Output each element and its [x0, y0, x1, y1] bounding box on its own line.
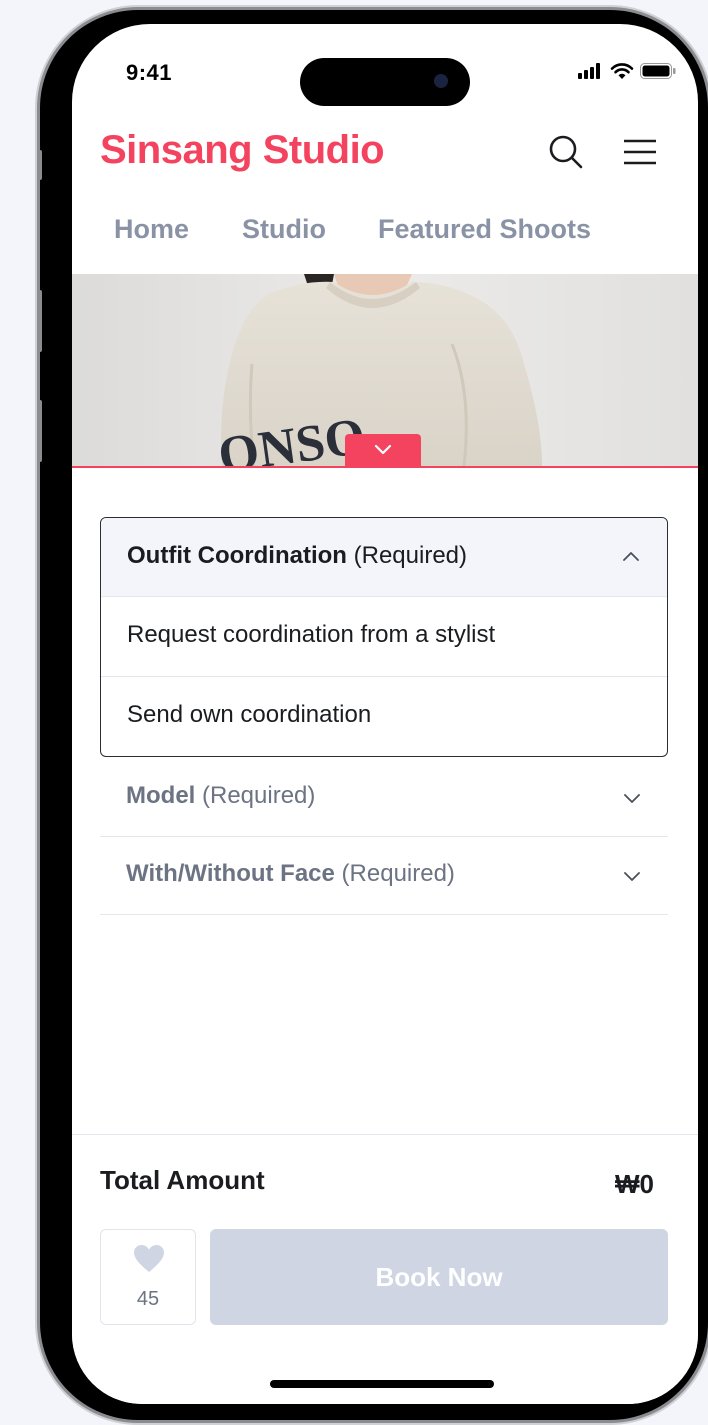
- outfit-coordination-header[interactable]: Outfit Coordination (Required): [101, 518, 667, 596]
- volume-down-button: [37, 400, 42, 462]
- status-time: 9:41: [126, 60, 173, 85]
- hero-image: ONSO: [72, 274, 698, 468]
- total-amount-label: Total Amount: [100, 1165, 265, 1195]
- outfit-coordination-select: Outfit Coordination (Required) Request c…: [100, 517, 668, 757]
- status-icons: [578, 62, 676, 80]
- dynamic-island: [300, 58, 470, 106]
- volume-up-button: [37, 290, 42, 352]
- nav-home[interactable]: Home: [114, 214, 189, 245]
- battery-icon: [640, 63, 676, 79]
- face-select[interactable]: With/Without Face (Required): [100, 836, 668, 915]
- like-button[interactable]: 45: [100, 1229, 196, 1325]
- brand-logo[interactable]: Sinsang Studio: [100, 128, 385, 173]
- top-nav: Home Studio Featured Shoots: [72, 210, 698, 258]
- chevron-down-icon: [374, 444, 392, 455]
- nav-studio[interactable]: Studio: [242, 214, 326, 245]
- like-count: 45: [136, 1288, 160, 1310]
- chevron-down-icon: [624, 872, 640, 881]
- book-now-button[interactable]: Book Now: [210, 1229, 668, 1325]
- camera-icon: [434, 74, 448, 88]
- wifi-icon: [610, 63, 634, 79]
- chevron-up-icon: [623, 552, 639, 561]
- nav-featured-shoots[interactable]: Featured Shoots: [378, 214, 591, 245]
- total-amount-value: ₩0: [615, 1169, 654, 1199]
- search-icon[interactable]: [546, 132, 586, 172]
- side-button: [37, 150, 42, 180]
- hero-toggle-button[interactable]: [345, 434, 421, 466]
- chevron-down-icon: [624, 794, 640, 803]
- app-header: Sinsang Studio: [72, 120, 698, 190]
- signal-icon: [578, 63, 600, 79]
- hamburger-menu-icon[interactable]: [620, 132, 660, 172]
- screen: 9:41 Sinsang Studio Home Studio Featured…: [72, 24, 698, 1404]
- model-select[interactable]: Model (Required): [100, 758, 668, 837]
- option-request-stylist[interactable]: Request coordination from a stylist: [101, 596, 667, 676]
- model-title: Model (Required): [126, 782, 316, 809]
- option-send-own[interactable]: Send own coordination: [101, 676, 667, 756]
- outfit-coordination-title: Outfit Coordination (Required): [127, 542, 468, 569]
- heart-icon: [134, 1245, 164, 1272]
- face-title: With/Without Face (Required): [126, 860, 455, 887]
- home-indicator: [270, 1380, 494, 1388]
- booking-bar: Total Amount ₩0 45 Book Now: [72, 1134, 698, 1404]
- status-bar: 9:41: [72, 24, 698, 106]
